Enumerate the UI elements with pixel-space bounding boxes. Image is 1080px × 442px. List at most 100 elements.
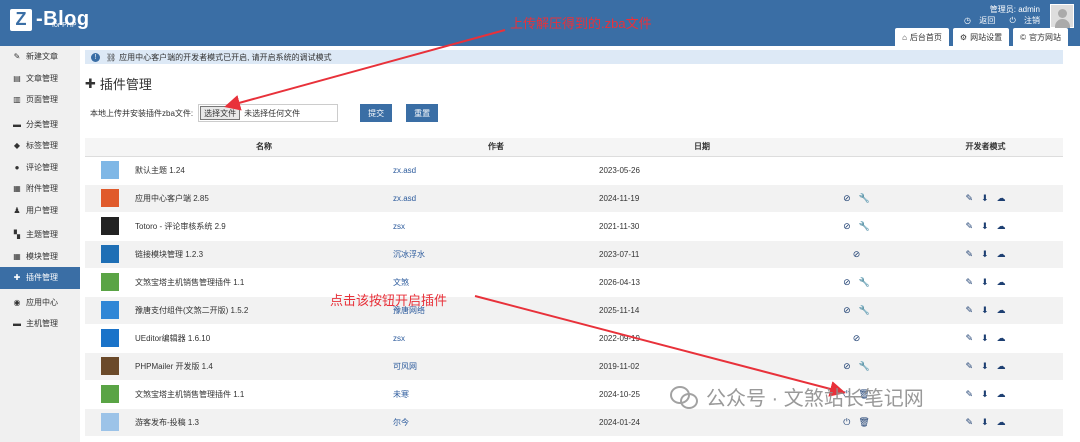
plugin-author-link[interactable]: zx.asd	[393, 166, 416, 175]
plugin-icon	[101, 245, 119, 263]
tab-site-settings[interactable]: ⚙ 网站设置	[952, 28, 1010, 46]
sidebar-item-0[interactable]: ✎ 新建文章	[0, 46, 80, 68]
sidebar-item-8[interactable]: ▚ 主题管理	[0, 224, 80, 246]
disable-icon[interactable]: ⊘	[853, 333, 861, 343]
plugin-author-cell: zsx	[393, 324, 599, 353]
avatar[interactable]	[1050, 4, 1074, 28]
reset-button[interactable]: 重置	[406, 104, 439, 122]
sidebar-item-12[interactable]: ▬ 主机管理	[0, 313, 80, 335]
back-link[interactable]: ◷ 返回	[958, 16, 995, 25]
gear-icon: ⚙	[959, 32, 968, 42]
wrench-icon[interactable]: 🔧	[859, 305, 870, 315]
trash-icon[interactable]: 🗑	[858, 417, 869, 427]
plugin-author-link[interactable]: 未寒	[393, 390, 409, 399]
download-icon[interactable]: ⬇	[981, 221, 989, 231]
header-actions	[805, 138, 908, 157]
dev-mode-notice: ! ⛓ 应用中心客户端的开发者模式已开启, 请开启系统的调试模式	[85, 50, 1063, 64]
sidebar-item-6[interactable]: ▦ 附件管理	[0, 178, 80, 200]
download-icon[interactable]: ⬇	[981, 193, 989, 203]
sidebar-item-label: 页面管理	[26, 95, 58, 105]
disable-icon[interactable]: ⊘	[843, 361, 851, 371]
cloud-upload-icon[interactable]: ☁	[997, 417, 1006, 427]
file-input[interactable]: 选择文件 未选择任何文件	[198, 104, 339, 122]
sidebar-item-3[interactable]: ▬ 分类管理	[0, 114, 80, 136]
wrench-icon[interactable]: 🔧	[859, 193, 870, 203]
wrench-icon[interactable]: 🔧	[859, 361, 870, 371]
plugin-dev-actions: ✎ ⬇ ☁	[908, 184, 1063, 213]
submit-button[interactable]: 提交	[360, 104, 393, 122]
plugin-author-link[interactable]: 沉冰浮水	[393, 250, 425, 259]
cloud-upload-icon[interactable]: ☁	[997, 333, 1006, 343]
plugin-author-link[interactable]: zsx	[393, 334, 405, 343]
edit-icon[interactable]: ✎	[965, 361, 973, 371]
top-tabs: ⌂ 后台首页 ⚙ 网站设置 © 官方网站	[895, 28, 1068, 46]
disable-icon[interactable]: ⊘	[843, 305, 851, 315]
plugin-author-link[interactable]: zsx	[393, 222, 405, 231]
edit-icon[interactable]: ✎	[965, 417, 973, 427]
edit-icon[interactable]: ✎	[965, 193, 973, 203]
plugin-dev-actions: ✎ ⬇ ☁	[908, 380, 1063, 409]
edit-icon[interactable]: ✎	[965, 221, 973, 231]
table-row: 应用中心客户端 2.85 zx.asd 2024-11-19 ⊘ 🔧 ✎ ⬇ ☁	[85, 184, 1063, 213]
edit-icon[interactable]: ✎	[965, 333, 973, 343]
plugin-name: 游客发布-投稿 1.3	[135, 408, 393, 437]
sidebar-item-2[interactable]: ▥ 页面管理	[0, 89, 80, 111]
zblog-logo[interactable]: Z -Blog	[10, 8, 90, 31]
disable-icon[interactable]: ⊘	[843, 277, 851, 287]
sidebar-item-4[interactable]: ◆ 标签管理	[0, 135, 80, 157]
user-links: ◷ 返回 ⏻ 注销	[952, 15, 1040, 26]
download-icon[interactable]: ⬇	[981, 389, 989, 399]
plugin-actions: ⊘ 🔧	[805, 352, 908, 381]
download-icon[interactable]: ⬇	[981, 277, 989, 287]
plugin-author-link[interactable]: 可风网	[393, 362, 417, 371]
download-icon[interactable]: ⬇	[981, 249, 989, 259]
plugin-author-link[interactable]: 文煞	[393, 278, 409, 287]
choose-file-button[interactable]: 选择文件	[200, 106, 241, 120]
table-row: 默认主题 1.24 zx.asd 2023-05-26	[85, 156, 1063, 185]
plugin-dev-actions	[908, 156, 1063, 185]
download-icon[interactable]: ⬇	[981, 305, 989, 315]
cloud-upload-icon[interactable]: ☁	[997, 277, 1006, 287]
sidebar-item-1[interactable]: ▤ 文章管理	[0, 68, 80, 90]
annotation-upload: 上传解压得到的.zba文件	[510, 16, 652, 31]
wrench-icon[interactable]: 🔧	[859, 277, 870, 287]
sidebar-item-11[interactable]: ◉ 应用中心	[0, 292, 80, 314]
cloud-upload-icon[interactable]: ☁	[997, 193, 1006, 203]
edit-icon[interactable]: ✎	[965, 249, 973, 259]
download-icon[interactable]: ⬇	[981, 417, 989, 427]
cloud-upload-icon[interactable]: ☁	[997, 305, 1006, 315]
sidebar-item-label: 附件管理	[26, 184, 58, 194]
edit-icon[interactable]: ✎	[965, 277, 973, 287]
plugin-icon-cell	[85, 380, 135, 409]
plugin-author-link[interactable]: zx.asd	[393, 194, 416, 203]
plugin-dev-actions: ✎ ⬇ ☁	[908, 352, 1063, 381]
power-icon[interactable]: ⏻	[843, 417, 850, 427]
table-row: 豫唐支付组件(文煞二开版) 1.5.2 豫唐网络 2025-11-14 ⊘ 🔧 ✎ ⬇ ☁	[85, 296, 1063, 325]
plugin-date: 2025-11-14	[599, 296, 805, 325]
edit-icon[interactable]: ✎	[965, 305, 973, 315]
download-icon[interactable]: ⬇	[981, 333, 989, 343]
download-icon[interactable]: ⬇	[981, 361, 989, 371]
plugin-icon	[101, 189, 119, 207]
cloud-upload-icon[interactable]: ☁	[997, 361, 1006, 371]
disable-icon[interactable]: ⊘	[853, 249, 861, 259]
edit-icon[interactable]: ✎	[965, 389, 973, 399]
tab-official-site[interactable]: © 官方网站	[1013, 28, 1068, 46]
wrench-icon[interactable]: 🔧	[859, 221, 870, 231]
tab-dashboard[interactable]: ⌂ 后台首页	[895, 28, 949, 46]
folder-icon: ▬	[13, 119, 21, 129]
sidebar-item-7[interactable]: ♟ 用户管理	[0, 200, 80, 222]
disable-icon[interactable]: ⊘	[843, 221, 851, 231]
cloud-upload-icon[interactable]: ☁	[997, 389, 1006, 399]
cloud-upload-icon[interactable]: ☁	[997, 221, 1006, 231]
sidebar-item-10[interactable]: ✚ 插件管理	[0, 267, 80, 289]
page-title-text: 插件管理	[99, 77, 152, 92]
logout-link[interactable]: ⏻ 注销	[1003, 16, 1040, 25]
sidebar: ✎ 新建文章 ▤ 文章管理 ▥ 页面管理 ▬ 分类管理 ◆ 标签管理 ● 评论管理 ▦ 附件管理 ♟ 用户管理…	[0, 46, 80, 442]
plugin-author-link[interactable]: 尔今	[393, 418, 409, 427]
disable-icon[interactable]: ⊘	[843, 193, 851, 203]
cloud-upload-icon[interactable]: ☁	[997, 249, 1006, 259]
sidebar-item-5[interactable]: ● 评论管理	[0, 157, 80, 179]
sidebar-item-9[interactable]: ▦ 模块管理	[0, 246, 80, 268]
plugin-date: 2021-11-30	[599, 212, 805, 241]
